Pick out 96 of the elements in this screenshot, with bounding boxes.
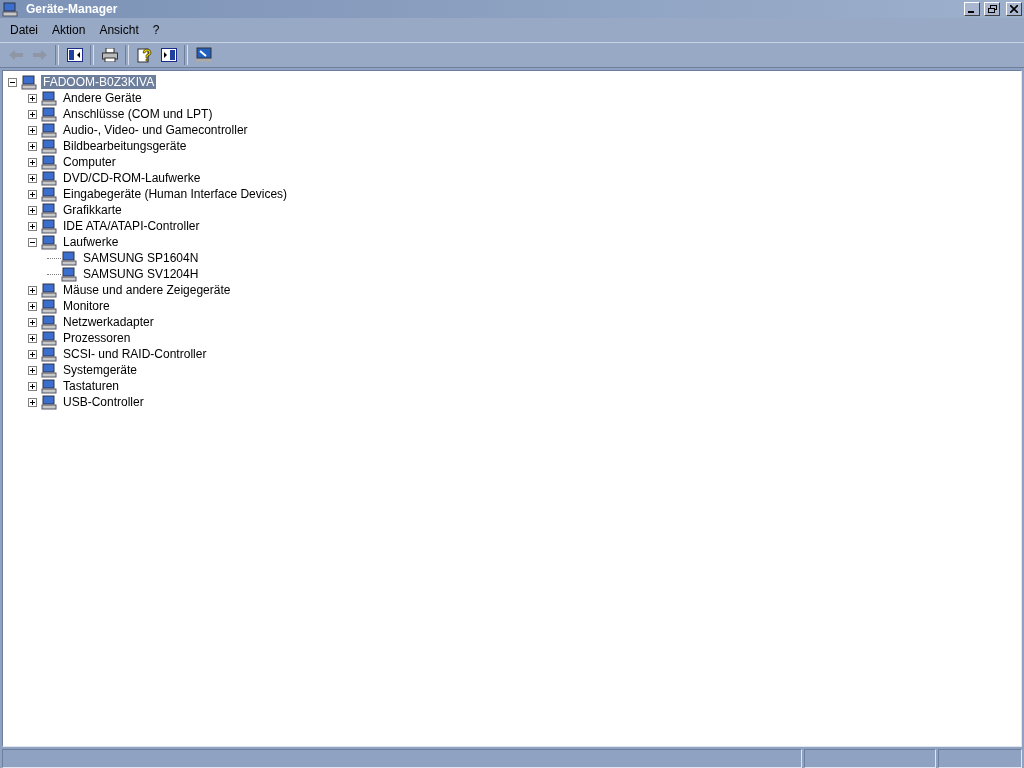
tree-item[interactable]: Grafikkarte (61, 203, 124, 217)
tree-item[interactable]: Bildbearbeitungsgeräte (61, 139, 189, 153)
tree-item[interactable]: SAMSUNG SV1204H (81, 267, 201, 281)
close-icon (1010, 5, 1018, 13)
expand-toggle[interactable] (28, 221, 37, 231)
tree-item[interactable]: Audio-, Video- und Gamecontroller (61, 123, 250, 137)
computer-icon (21, 74, 37, 90)
expand-toggle[interactable] (28, 301, 37, 311)
expand-toggle[interactable] (28, 349, 37, 359)
window-title: Geräte-Manager (26, 2, 119, 16)
minimize-button[interactable] (964, 2, 980, 16)
tree-item[interactable]: Prozessoren (61, 331, 133, 345)
restore-icon (987, 5, 997, 13)
plus-icon (29, 190, 36, 198)
device-icon (41, 330, 57, 346)
tree-item[interactable]: Systemgeräte (61, 363, 140, 377)
plus-icon (29, 110, 36, 118)
plus-icon (29, 334, 36, 342)
device-icon (41, 122, 57, 138)
tree-item[interactable]: Anschlüsse (COM und LPT) (61, 107, 215, 121)
device-icon (41, 362, 57, 378)
plus-icon (29, 302, 36, 310)
plus-icon (29, 126, 36, 134)
expand-toggle[interactable] (28, 157, 37, 167)
collapse-toggle[interactable] (28, 237, 37, 247)
menu-item[interactable]: Aktion (45, 21, 93, 39)
printer-icon (101, 48, 118, 62)
expand-toggle[interactable] (28, 205, 37, 215)
device-icon (41, 378, 57, 394)
device-icon (41, 282, 57, 298)
plus-icon (29, 318, 36, 326)
device-icon (61, 266, 77, 282)
expand-toggle[interactable] (28, 141, 37, 151)
plus-icon (29, 366, 36, 374)
monitor-scan-icon (195, 47, 212, 63)
expand-toggle[interactable] (28, 381, 37, 391)
menu-item[interactable]: ? (145, 21, 167, 39)
plus-icon (29, 158, 36, 166)
tree-item[interactable]: Computer (61, 155, 118, 169)
expand-toggle[interactable] (28, 173, 37, 183)
close-button[interactable] (1006, 2, 1022, 16)
device-icon (41, 90, 57, 106)
tree-item[interactable]: Monitore (61, 299, 112, 313)
expand-toggle[interactable] (28, 125, 37, 135)
expand-toggle[interactable] (28, 317, 37, 327)
device-icon (41, 346, 57, 362)
computer-icon (2, 1, 18, 17)
tree-item[interactable]: FADOOM-B0Z3KIVA (41, 75, 157, 89)
device-icon (41, 170, 57, 186)
plus-icon (29, 206, 36, 214)
tree-item[interactable]: Tastaturen (61, 379, 122, 393)
panel-toggle-icon (66, 48, 83, 62)
collapse-toggle[interactable] (8, 77, 17, 87)
forward-arrow-icon (32, 50, 47, 60)
back-arrow-icon (8, 50, 23, 60)
plus-icon (29, 142, 36, 150)
expand-toggle[interactable] (28, 109, 37, 119)
device-icon (41, 298, 57, 314)
plus-icon (29, 350, 36, 358)
expand-toggle[interactable] (28, 397, 37, 407)
tree-item[interactable]: IDE ATA/ATAPI-Controller (61, 219, 202, 233)
menu-item[interactable]: Datei (3, 21, 45, 39)
device-icon (41, 234, 57, 250)
plus-icon (29, 398, 36, 406)
panel-toggle-icon (160, 48, 177, 62)
plus-icon (29, 382, 36, 390)
device-icon (41, 154, 57, 170)
plus-icon (29, 174, 36, 182)
device-icon (41, 186, 57, 202)
plus-icon (29, 222, 36, 230)
tree-item[interactable]: Eingabegeräte (Human Interface Devices) (61, 187, 290, 201)
help-document-icon (136, 47, 153, 63)
device-icon (41, 218, 57, 234)
expand-toggle[interactable] (28, 365, 37, 375)
menu-item[interactable]: Ansicht (92, 21, 146, 39)
device-icon (41, 202, 57, 218)
tree-item[interactable]: SAMSUNG SP1604N (81, 251, 201, 265)
tree-item[interactable]: Laufwerke (61, 235, 121, 249)
device-icon (41, 314, 57, 330)
plus-icon (29, 286, 36, 294)
device-icon (41, 138, 57, 154)
expand-toggle[interactable] (28, 285, 37, 295)
plus-icon (29, 94, 36, 102)
expand-toggle[interactable] (28, 93, 37, 103)
tree-item[interactable]: USB-Controller (61, 395, 146, 409)
device-icon (41, 394, 57, 410)
restore-button[interactable] (984, 2, 1000, 16)
tree-item[interactable]: SCSI- und RAID-Controller (61, 347, 209, 361)
device-icon (41, 106, 57, 122)
tree-item[interactable]: Netzwerkadapter (61, 315, 156, 329)
expand-toggle[interactable] (28, 333, 37, 343)
device-icon (61, 250, 77, 266)
tree-item[interactable]: Mäuse und andere Zeigegeräte (61, 283, 233, 297)
tree-item[interactable]: Andere Geräte (61, 91, 144, 105)
expand-toggle[interactable] (28, 189, 37, 199)
tree-item[interactable]: DVD/CD-ROM-Laufwerke (61, 171, 203, 185)
